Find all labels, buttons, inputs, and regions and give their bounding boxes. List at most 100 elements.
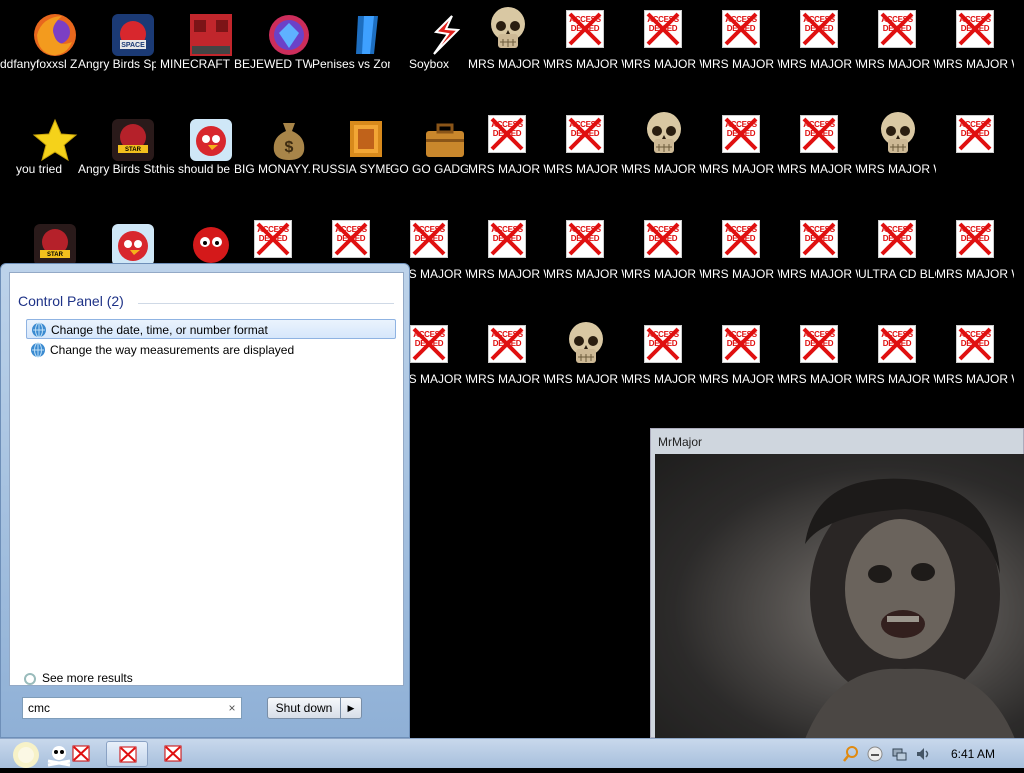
access-denied-icon: ACCESS DENIED (722, 10, 760, 48)
desktop-icon[interactable]: $ BIG MONAYY... (234, 105, 312, 210)
desktop-icon[interactable]: ACCESS DENIED MRS MAJOR WANTS TO... (858, 315, 936, 420)
desktop-icon[interactable]: STAR Angry Birds Star Wars II (78, 105, 156, 210)
desktop-icon[interactable]: MRS MAJOR WANTS TO... (624, 105, 702, 210)
desktop-icon[interactable]: ACCESS DENIED MRS MAJOR WANTS TO... (468, 210, 546, 315)
access-denied-icon: ACCESS DENIED (800, 10, 838, 48)
desktop-icon-label: MRS MAJOR WANTS TO... (780, 57, 858, 71)
desktop-icon[interactable]: ddfanyfoxxsl ZUCLEANER G (0, 0, 78, 105)
desktop-icon[interactable]: ACCESS DENIED MRS MAJOR WANTS TO... (936, 315, 1014, 420)
shutdown-button[interactable]: Shut down (267, 697, 341, 719)
access-denied-icon: ACCESS DENIED (488, 220, 526, 258)
taskbar-denied-app-3[interactable] (154, 741, 192, 767)
result-change-measurements[interactable]: Change the way measurements are displaye… (26, 340, 396, 360)
desktop-icon[interactable]: MRS MAJOR WANTS TO... (468, 0, 546, 105)
desktop-icon-label: MRS MAJOR WANTS TO... (702, 267, 780, 281)
taskbar-denied-app-2[interactable] (106, 741, 148, 767)
desktop-icon-label: MRS MAJOR WANTS TO... (624, 267, 702, 281)
skull-icon (647, 112, 681, 153)
access-denied-icon (119, 746, 137, 763)
angry-birds-starwars-icon: STAR (34, 224, 76, 266)
search-icon[interactable] (843, 746, 859, 762)
desktop-icon-label: MRS MAJOR WANTS TO... (468, 57, 546, 71)
desktop-icon[interactable]: ACCESS DENIED MRS MAJOR WANTS TO... (546, 0, 624, 105)
desktop-icon[interactable]: this should be on vinesauc... (156, 105, 234, 210)
desktop-icon[interactable]: ACCESS DENIED MRS MAJOR WANTS TO... (702, 105, 780, 210)
desktop-icon[interactable]: ACCESS DENIED MRS MAJOR WANTS TO... (702, 210, 780, 315)
shutdown-options-button[interactable]: ▶ (340, 697, 362, 719)
desktop-icon[interactable]: ACCESS DENIED MRS MAJOR WANTS TO... (858, 0, 936, 105)
system-clock[interactable]: 6:41 AM (951, 747, 995, 761)
access-denied-icon: ACCESS DENIED (800, 220, 838, 258)
access-denied-icon: ACCESS DENIED (800, 115, 838, 153)
desktop-icon-label: MRS MAJOR WANTS TO... (624, 372, 702, 386)
desktop-icon[interactable]: MRS MAJOR WANTS TO... (858, 105, 936, 210)
desktop-icon[interactable]: ACCESS DENIED MRS MAJOR WANTS TO... (936, 210, 1014, 315)
desktop-icon[interactable]: ACCESS DENIED MRS MAJOR WANTS TO... (624, 210, 702, 315)
access-denied-icon: ACCESS DENIED (644, 325, 682, 363)
desktop-icon[interactable]: ACCESS DENIED MRS MAJOR WANTS TO... (624, 0, 702, 105)
access-denied-icon: ACCESS DENIED (410, 220, 448, 258)
desktop-icon-label: MRS MAJOR WANTS TO... (546, 372, 624, 386)
desktop-icon[interactable]: ACCESS DENIED MRS MAJOR WANTS TO... (468, 105, 546, 210)
desktop-icon[interactable]: ACCESS DENIED ULTRA CD BLOATWAR... (858, 210, 936, 315)
desktop-icon[interactable]: ACCESS DENIED MRS MAJOR WANTS TO... (780, 0, 858, 105)
desktop-icon[interactable]: ACCESS DENIED MRS MAJOR WANTS TO... (702, 315, 780, 420)
desktop-icon-label: MRS MAJOR WANTS TO... (858, 57, 936, 71)
desktop-icon[interactable]: MRS MAJOR WANTS TO... (546, 315, 624, 420)
desktop-icon-label: you tried (15, 162, 63, 176)
desktop-icon[interactable]: ACCESS DENIED MRS MAJOR WANTS TO... (702, 0, 780, 105)
desktop-icon-label: MRS MAJOR WANTS TO... (780, 267, 858, 281)
window-title: MrMajor (658, 435, 702, 449)
desktop-icon-label: RUSSIA SYMBOL (312, 162, 390, 176)
desktop-icon-label: MRS MAJOR WANTS TO... (702, 372, 780, 386)
clear-search-icon[interactable]: × (223, 698, 241, 718)
desktop-icon[interactable]: ACCESS DENIED MRS MAJOR WANTS TO... (780, 315, 858, 420)
access-denied-icon: ACCESS DENIED (566, 115, 604, 153)
mrmajor-window[interactable]: MrMajor (650, 428, 1024, 739)
desktop-icon[interactable]: GO GO GADGET ... (390, 105, 468, 210)
desktop-icon-label: MRS MAJOR WANTS TO... (546, 267, 624, 281)
access-denied-icon: ACCESS DENIED (488, 115, 526, 153)
angry-bird-icon (190, 119, 232, 161)
desktop-icon[interactable]: ACCESS DENIED MRS MAJOR WANTS TO... (624, 315, 702, 420)
ghost-overlay (655, 454, 1024, 739)
access-denied-icon: ACCESS DENIED (410, 325, 448, 363)
skull-icon (569, 322, 603, 363)
desktop-icon-label: MRS MAJOR WANTS TO... (624, 57, 702, 71)
desktop-icon[interactable]: ACCESS DENIED (936, 105, 1014, 210)
desktop-icon-label: BIG MONAYY... (234, 162, 312, 176)
start-search-input[interactable]: cmc (22, 697, 242, 719)
svg-text:$: $ (285, 139, 294, 156)
control-panel-globe-icon (31, 342, 45, 358)
desktop-icon[interactable]: ACCESS DENIED MRS MAJOR WANTS TO... (546, 105, 624, 210)
see-more-results-link[interactable]: See more results (24, 671, 133, 685)
smiley-icon[interactable] (867, 746, 883, 762)
desktop-icon-label: this should be on vinesauc... (156, 162, 234, 176)
desktop-icon[interactable]: RUSSIA SYMBOL (312, 105, 390, 210)
taskbar-denied-app-1[interactable] (62, 741, 100, 767)
desktop-icon[interactable]: ACCESS DENIED MRS MAJOR WANTS TO... (468, 315, 546, 420)
start-menu: Control Panel (2) Change the date, time,… (0, 263, 410, 738)
network-icon[interactable] (891, 746, 907, 762)
access-denied-icon: ACCESS DENIED (956, 115, 994, 153)
desktop-icon-label: MRS MAJOR WANTS TO... (468, 267, 546, 281)
access-denied-icon: ACCESS DENIED (722, 115, 760, 153)
desktop-icon[interactable]: MINECRAFT (156, 0, 234, 105)
desktop-icon[interactable]: Penises vs Zombococks (312, 0, 390, 105)
desktop-icon[interactable]: SPACE Angry Birds Space (78, 0, 156, 105)
desktop-icon[interactable]: ACCESS DENIED MRS MAJOR WANTS TO... (780, 210, 858, 315)
desktop-icon-label: ddfanyfoxxsl ZUCLEANER G (0, 57, 78, 71)
desktop-icon[interactable]: ACCESS DENIED MRS MAJOR WANTS TO... (780, 105, 858, 210)
svg-text:STAR: STAR (125, 147, 142, 153)
result-change-date-format[interactable]: Change the date, time, or number format (26, 319, 396, 339)
desktop-icon[interactable]: BEJEWED TWIST... (234, 0, 312, 105)
desktop-icon[interactable]: ACCESS DENIED MRS MAJOR WANTS TO... (936, 0, 1014, 105)
desktop-icon[interactable]: ACCESS DENIED MRS MAJOR WANTS TO... (546, 210, 624, 315)
access-denied-icon: ACCESS DENIED (644, 10, 682, 48)
angry-bird-icon (112, 224, 154, 266)
desktop-icon[interactable]: you tried (0, 105, 78, 210)
access-denied-icon: ACCESS DENIED (566, 10, 604, 48)
desktop-icon[interactable]: Soybox (390, 0, 468, 105)
volume-icon[interactable] (915, 746, 931, 762)
access-denied-icon: ACCESS DENIED (956, 10, 994, 48)
